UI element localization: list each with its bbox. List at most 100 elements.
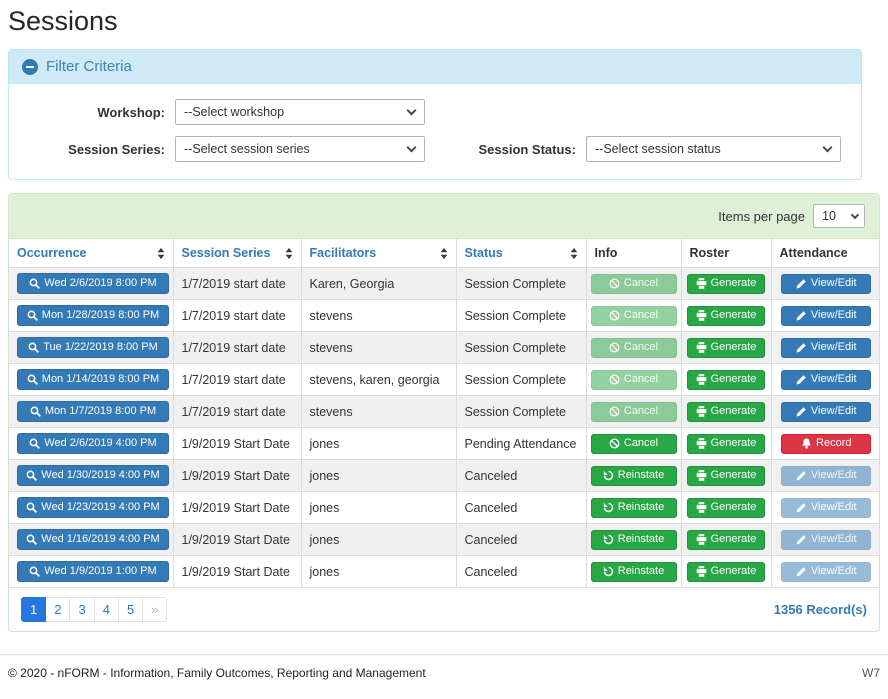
occurrence-button[interactable]: Tue 1/22/2019 8:00 PM bbox=[17, 337, 169, 358]
roster-button[interactable]: Generate bbox=[687, 338, 765, 358]
attendance-button[interactable]: Record bbox=[781, 434, 871, 454]
page-next-button[interactable]: » bbox=[143, 597, 167, 622]
status-cell: Session Complete bbox=[456, 268, 586, 300]
roster-button[interactable]: Generate bbox=[687, 562, 765, 582]
info-button[interactable]: Reinstate bbox=[591, 498, 677, 518]
roster-button[interactable]: Generate bbox=[687, 306, 765, 326]
attendance-button[interactable]: View/Edit bbox=[781, 562, 871, 582]
attendance-button[interactable]: View/Edit bbox=[781, 466, 871, 486]
session-status-label: Session Status: bbox=[436, 142, 576, 157]
roster-button[interactable]: Generate bbox=[687, 466, 765, 486]
sort-icon bbox=[285, 248, 293, 259]
page-button-3[interactable]: 3 bbox=[70, 597, 94, 622]
attendance-cell: View/Edit bbox=[771, 524, 880, 556]
occurrence-button[interactable]: Mon 1/14/2019 8:00 PM bbox=[17, 369, 169, 390]
occurrence-button[interactable]: Wed 2/6/2019 4:00 PM bbox=[17, 433, 169, 454]
attendance-cell: View/Edit bbox=[771, 396, 880, 428]
column-label: Occurrence bbox=[17, 246, 86, 260]
status-value: Pending Attendance bbox=[465, 437, 577, 451]
items-per-page-select[interactable]: 10 bbox=[813, 204, 865, 228]
info-button[interactable]: Cancel bbox=[591, 434, 677, 454]
occurrence-label: Mon 1/14/2019 8:00 PM bbox=[42, 374, 159, 385]
info-cell: Reinstate bbox=[586, 460, 681, 492]
status-value: Canceled bbox=[465, 533, 518, 547]
occurrence-label: Wed 1/23/2019 4:00 PM bbox=[41, 502, 159, 513]
session-series-select[interactable]: --Select session series bbox=[175, 136, 425, 162]
attendance-button[interactable]: View/Edit bbox=[781, 274, 871, 294]
filter-criteria-header[interactable]: Filter Criteria bbox=[9, 50, 861, 84]
workshop-select-wrap: --Select workshop bbox=[175, 99, 425, 125]
roster-button[interactable]: Generate bbox=[687, 370, 765, 390]
ban-icon bbox=[609, 310, 620, 321]
collapse-minus-icon[interactable] bbox=[22, 59, 38, 75]
info-button[interactable]: Reinstate bbox=[591, 466, 677, 486]
info-button[interactable]: Cancel bbox=[591, 274, 677, 294]
page-button-4[interactable]: 4 bbox=[95, 597, 119, 622]
footer: © 2020 - nFORM - Information, Family Out… bbox=[0, 654, 888, 692]
occurrence-label: Wed 2/6/2019 8:00 PM bbox=[44, 278, 156, 289]
roster-button[interactable]: Generate bbox=[687, 530, 765, 550]
info-button[interactable]: Cancel bbox=[591, 402, 677, 422]
info-button[interactable]: Cancel bbox=[591, 306, 677, 326]
page-button-2[interactable]: 2 bbox=[46, 597, 70, 622]
info-cell: Cancel bbox=[586, 428, 681, 460]
pencil-icon bbox=[796, 310, 807, 321]
status-value: Session Complete bbox=[465, 373, 566, 387]
pencil-icon bbox=[796, 374, 807, 385]
pencil-icon bbox=[796, 502, 807, 513]
attendance-button[interactable]: View/Edit bbox=[781, 370, 871, 390]
filter-criteria-panel: Filter Criteria Workshop: --Select works… bbox=[8, 49, 862, 180]
sort-icon bbox=[157, 248, 165, 259]
workshop-select[interactable]: --Select workshop bbox=[175, 99, 425, 125]
occurrence-button[interactable]: Mon 1/7/2019 8:00 PM bbox=[17, 401, 169, 422]
occurrence-button[interactable]: Wed 1/23/2019 4:00 PM bbox=[17, 497, 169, 518]
table-row: Wed 1/9/2019 1:00 PM 1/9/2019 Start Date… bbox=[9, 556, 880, 588]
status-value: Session Complete bbox=[465, 309, 566, 323]
info-cell: Reinstate bbox=[586, 492, 681, 524]
info-cell: Cancel bbox=[586, 396, 681, 428]
session-status-select[interactable]: --Select session status bbox=[586, 136, 841, 162]
occurrence-cell: Wed 2/6/2019 4:00 PM bbox=[9, 428, 173, 460]
info-cell: Reinstate bbox=[586, 556, 681, 588]
occurrence-button[interactable]: Wed 2/6/2019 8:00 PM bbox=[17, 273, 169, 294]
session-series-label: Session Series: bbox=[17, 142, 165, 157]
roster-button[interactable]: Generate bbox=[687, 498, 765, 518]
column-header-occurrence[interactable]: Occurrence bbox=[9, 239, 173, 268]
occurrence-button[interactable]: Wed 1/9/2019 1:00 PM bbox=[17, 561, 169, 582]
status-cell: Canceled bbox=[456, 524, 586, 556]
info-button[interactable]: Cancel bbox=[591, 338, 677, 358]
status-cell: Canceled bbox=[456, 460, 586, 492]
column-header-info: Info bbox=[586, 239, 681, 268]
ban-icon bbox=[609, 438, 620, 449]
sort-icon bbox=[570, 248, 578, 259]
info-button[interactable]: Reinstate bbox=[591, 562, 677, 582]
column-header-session-series[interactable]: Session Series bbox=[173, 239, 301, 268]
occurrence-button[interactable]: Mon 1/28/2019 8:00 PM bbox=[17, 305, 169, 326]
roster-cell: Generate bbox=[681, 492, 771, 524]
column-header-facilitators[interactable]: Facilitators bbox=[301, 239, 456, 268]
attendance-button[interactable]: View/Edit bbox=[781, 402, 871, 422]
attendance-cell: View/Edit bbox=[771, 332, 880, 364]
page-button-5[interactable]: 5 bbox=[119, 597, 143, 622]
roster-button[interactable]: Generate bbox=[687, 434, 765, 454]
table-topbar: Items per page 10 bbox=[9, 194, 879, 239]
status-cell: Session Complete bbox=[456, 364, 586, 396]
page-button-1[interactable]: 1 bbox=[21, 597, 46, 622]
attendance-button[interactable]: View/Edit bbox=[781, 306, 871, 326]
facilitators-cell: stevens bbox=[301, 300, 456, 332]
roster-button[interactable]: Generate bbox=[687, 402, 765, 422]
attendance-button[interactable]: View/Edit bbox=[781, 338, 871, 358]
occurrence-button[interactable]: Wed 1/16/2019 4:00 PM bbox=[17, 529, 169, 550]
occurrence-button[interactable]: Wed 1/30/2019 4:00 PM bbox=[17, 465, 169, 486]
column-header-status[interactable]: Status bbox=[456, 239, 586, 268]
attendance-button[interactable]: View/Edit bbox=[781, 530, 871, 550]
info-button[interactable]: Reinstate bbox=[591, 530, 677, 550]
attendance-button[interactable]: View/Edit bbox=[781, 498, 871, 518]
roster-button[interactable]: Generate bbox=[687, 274, 765, 294]
environment-label: W7 bbox=[862, 666, 880, 680]
facilitators-cell: stevens, karen, georgia bbox=[301, 364, 456, 396]
print-icon bbox=[696, 278, 707, 289]
info-button[interactable]: Cancel bbox=[591, 370, 677, 390]
column-label: Status bbox=[465, 246, 503, 260]
column-header-attendance: Attendance bbox=[771, 239, 880, 268]
